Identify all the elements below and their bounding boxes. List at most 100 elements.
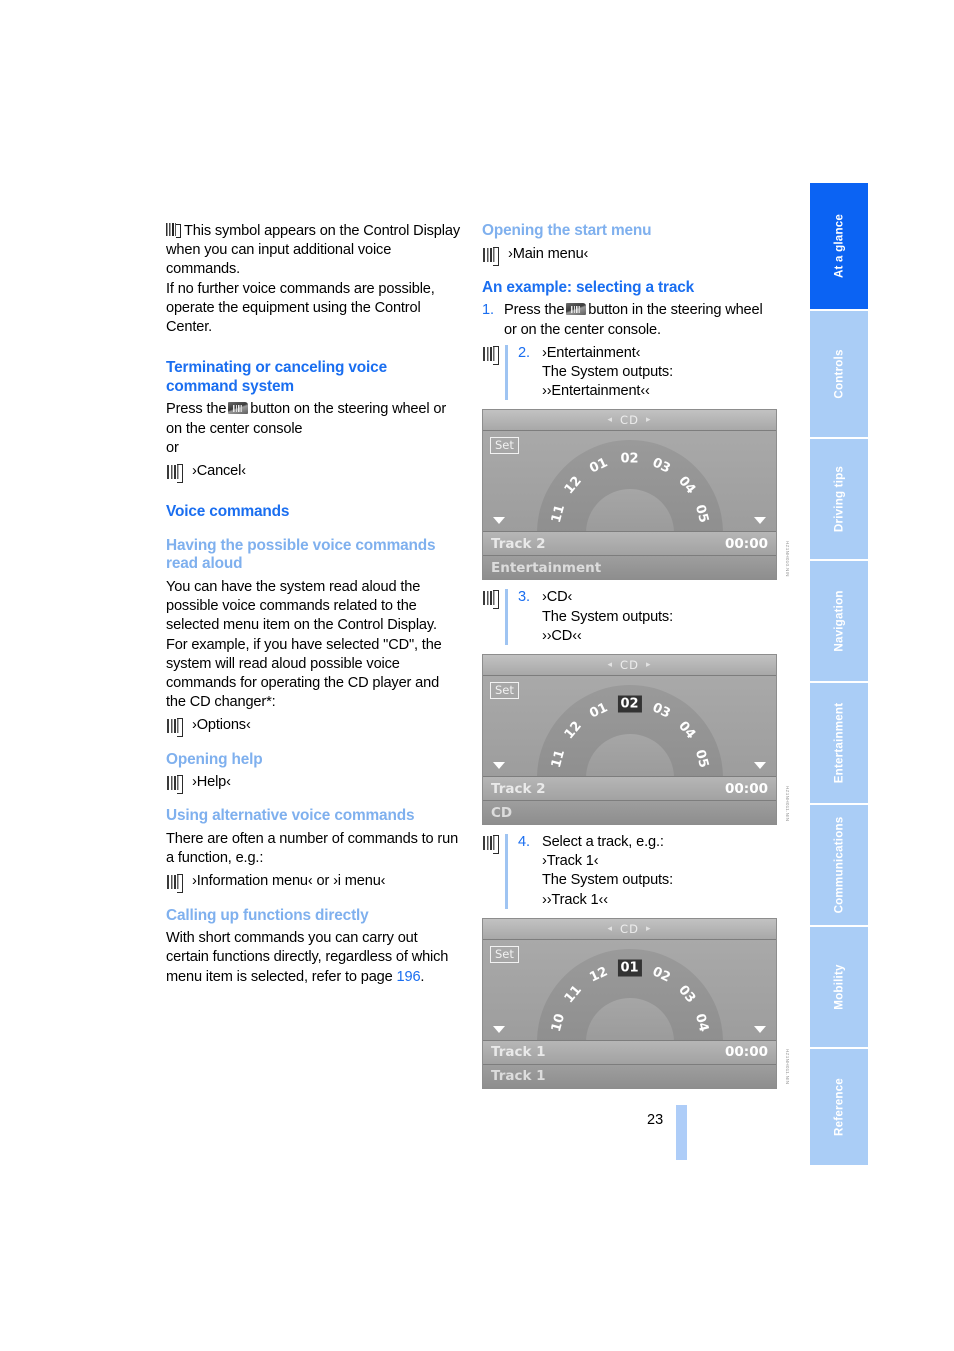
set-button[interactable]: Set: [490, 682, 519, 700]
step-2-output: ››Entertainment‹‹: [542, 383, 650, 400]
step-1: 1. Press the button in the steering wheel…: [482, 301, 777, 339]
step-2-command: ›Entertainment‹: [542, 344, 641, 361]
voice-command-options-label: ›Options‹: [192, 717, 251, 734]
tab-controls[interactable]: Controls: [810, 311, 868, 439]
step-3-outputs-label: The System outputs:: [542, 608, 673, 625]
step-2-number: 2.: [518, 344, 530, 361]
tab-entertainment[interactable]: Entertainment: [810, 683, 868, 805]
right-column: Opening the start menu ›Main menu‹ An ex…: [482, 222, 790, 1089]
voice-button-icon: [228, 402, 249, 415]
cd-display-header: ◂ CD ▸: [483, 655, 776, 677]
step-1-body: Press the button in the steering wheel or…: [504, 301, 777, 339]
dial-tick-label: 02: [617, 695, 642, 713]
cd-display-title: CD: [620, 921, 639, 936]
heading-opening-help: Opening help: [166, 750, 263, 768]
step-2-outputs-label: The System outputs:: [542, 364, 673, 380]
right-arrow-icon[interactable]: ▸: [646, 924, 652, 934]
track-dial: 11 12 01 02 03 04 05: [536, 685, 723, 777]
figure-code: HZ1NH011.NIN: [785, 1049, 790, 1085]
cd-display-title: CD: [620, 658, 639, 673]
cd-display-dial: Set 11 12 01 02 03 04 05: [483, 676, 776, 777]
voice-input-symbol-icon: [166, 223, 181, 238]
read-aloud-paragraph-2: For example, if you have selected "CD", …: [166, 636, 442, 711]
voice-command-help-label: ›Help‹: [192, 774, 231, 791]
voice-step-rule: [505, 834, 508, 909]
cd-display: ◂ CD ▸ Set 11120102030405 Track 2: [482, 409, 777, 581]
cd-display-status: CD: [483, 800, 776, 825]
voice-command-cancel-label: ›Cancel‹: [192, 463, 246, 480]
cd-display-status: Track 1: [483, 1063, 776, 1088]
cd-display-dial: Set 11 12 01 02 03 04 05: [483, 431, 776, 532]
tab-communications[interactable]: Communications: [810, 805, 868, 927]
page-number-bar: [676, 1105, 687, 1160]
scroll-right-triangle-icon: [754, 762, 766, 770]
tab-driving-tips[interactable]: Driving tips: [810, 439, 868, 561]
calling-functions-text-end: .: [420, 968, 425, 985]
step-1-text-before: Press the: [504, 302, 565, 319]
step-3-number: 3.: [518, 589, 530, 606]
track-label: Track 1: [491, 1044, 546, 1061]
scroll-left-triangle-icon: [493, 762, 505, 770]
figure-cd-display-entertainment: ◂ CD ▸ Set 11120102030405 Track 2: [482, 409, 790, 581]
heading-start-menu: Opening the start menu: [482, 222, 652, 239]
tab-label: At a glance: [832, 213, 846, 279]
tab-label: Mobility: [832, 964, 846, 1010]
step-4-number: 4.: [518, 834, 530, 851]
voice-command-icon: [482, 246, 499, 266]
voice-command-help: ›Help‹: [166, 773, 461, 795]
cd-display: ◂ CD ▸ Set 10111201020304 Track 1: [482, 917, 777, 1089]
left-arrow-icon[interactable]: ◂: [608, 660, 614, 670]
tab-label: Driving tips: [832, 465, 846, 533]
page-reference-link[interactable]: 196: [397, 969, 421, 985]
cd-display-title: CD: [620, 413, 639, 428]
voice-command-options: ›Options‹: [166, 716, 461, 738]
cd-display-header: ◂ CD ▸: [483, 410, 776, 432]
voice-command-icon: [482, 590, 499, 610]
cd-display-track-bar: Track 2 00:00: [483, 776, 776, 801]
heading-read-aloud: Having the possible voice commands read …: [166, 536, 436, 573]
read-aloud-paragraph-1: You can have the system read aloud the p…: [166, 579, 437, 634]
scroll-left-triangle-icon: [493, 1025, 505, 1033]
voice-step-rule: [505, 344, 508, 401]
track-dial: 10 11 12 01 02 03 04: [536, 948, 723, 1040]
step-4-intro: Select a track, e.g.:: [542, 834, 664, 851]
voice-command-information-menu-label: ›Information menu‹ or ›i menu‹: [192, 873, 386, 890]
calling-functions-paragraph: With short commands you can carry out ce…: [166, 929, 461, 987]
set-button[interactable]: Set: [490, 437, 519, 455]
voice-command-icon: [166, 874, 183, 894]
terminating-text-before: Press the: [166, 401, 227, 418]
heading-voice-commands: Voice commands: [166, 503, 290, 521]
step-1-number: 1.: [482, 302, 494, 319]
cd-display-dial: Set 10 11 12 01 02 03 04: [483, 939, 776, 1040]
left-arrow-icon[interactable]: ◂: [608, 924, 614, 934]
right-arrow-icon[interactable]: ▸: [646, 415, 652, 425]
cd-display-status: Entertainment: [483, 555, 776, 580]
set-button[interactable]: Set: [490, 945, 519, 963]
figure-cd-display-track1: ◂ CD ▸ Set 10111201020304 Track 1: [482, 917, 790, 1089]
voice-command-icon: [166, 718, 183, 738]
track-dial: 11 12 01 02 03 04 05: [536, 440, 723, 532]
track-time: 00:00: [725, 535, 768, 552]
voice-step-rule: [505, 589, 508, 646]
voice-command-main-menu-label: ›Main menu‹: [508, 245, 589, 262]
intro-paragraph: This symbol appears on the Control Displ…: [166, 222, 461, 280]
dial-tick-label: 01: [617, 959, 642, 977]
left-arrow-icon[interactable]: ◂: [608, 415, 614, 425]
step-3-output: ››CD‹‹: [542, 627, 582, 644]
tab-label: Navigation: [832, 590, 846, 652]
cd-display-track-bar: Track 1 00:00: [483, 1039, 776, 1064]
scroll-left-triangle-icon: [493, 517, 505, 525]
intro-text: This symbol appears on the Control Displ…: [166, 223, 460, 278]
step-4-body: Select a track, e.g.: ›Track 1‹ The Syst…: [542, 833, 777, 910]
tab-mobility[interactable]: Mobility: [810, 927, 868, 1049]
voice-button-icon: [566, 303, 587, 316]
voice-command-icon: [482, 835, 499, 855]
left-column: This symbol appears on the Control Displ…: [166, 222, 461, 987]
heading-alternative-commands: Using alternative voice commands: [166, 807, 415, 825]
tab-at-a-glance[interactable]: At a glance: [810, 183, 868, 311]
tab-navigation[interactable]: Navigation: [810, 561, 868, 683]
right-arrow-icon[interactable]: ▸: [646, 660, 652, 670]
tab-reference[interactable]: Reference: [810, 1049, 868, 1167]
voice-command-icon: [166, 464, 183, 484]
step-2: 2. ›Entertainment‹ The System outputs: ›…: [482, 344, 777, 402]
